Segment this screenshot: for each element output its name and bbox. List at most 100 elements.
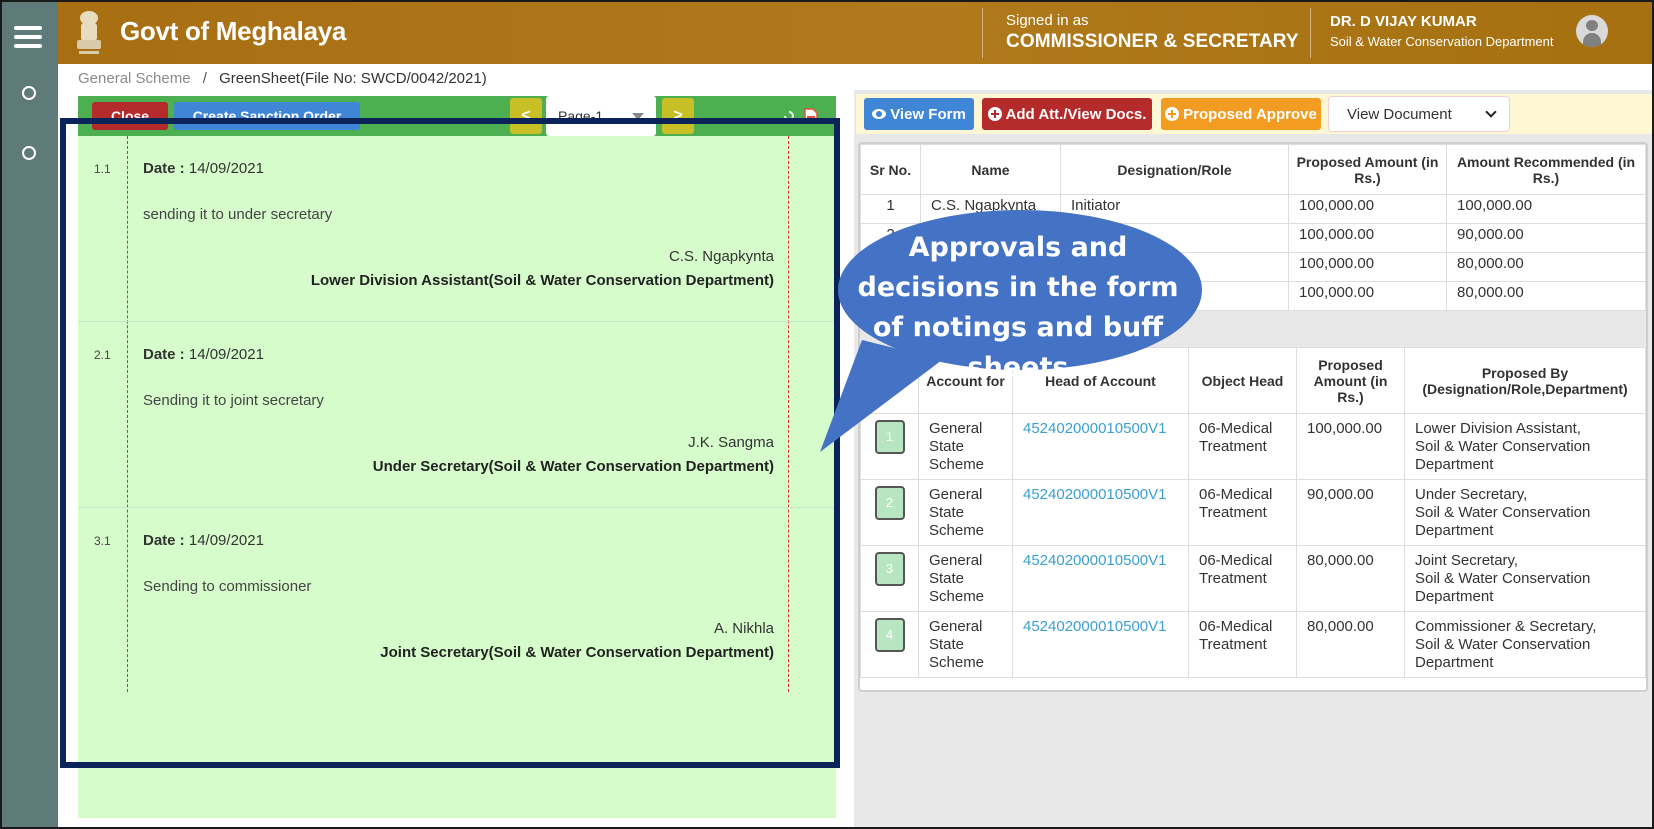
view-document-select[interactable]: View Document [1328,96,1510,132]
cell-amount-recommended: 80,000.00 [1446,281,1646,311]
cell-name: C.S. Ngapkynta [920,194,1061,224]
cell-head-of-account-link[interactable]: 452402000010500V1 [1012,413,1189,480]
breadcrumb: General Scheme / GreenSheet(File No: SWC… [78,70,487,87]
noting-number: 2.1 [94,348,111,362]
page-select[interactable]: Page-1 [546,96,656,136]
row-number-button[interactable]: 4 [874,618,905,652]
row-number-button[interactable]: 3 [874,552,905,586]
proposed-approve-button[interactable]: Proposed Approve [1161,98,1321,130]
caret-down-icon [632,113,644,120]
col-designation: Designation/Role [1060,144,1289,195]
table-row: 1 General State Scheme 452402000010500V1 06… [860,413,1646,480]
proposed-approve-label: Proposed Approve [1183,105,1317,123]
sidebar [2,2,58,827]
cell-row-number: 2 [860,479,919,546]
date-label: Date : [143,532,185,549]
cell-object-head: 06-Medical Treatment [1188,611,1297,678]
noting-number: 3.1 [94,534,111,548]
col-amount-recommended: Amount Recommended (in Rs.) [1446,144,1646,195]
app-title: Govt of Meghalaya [120,16,347,46]
proposed-by-department: Soil & Water Conservation Department [1415,636,1591,671]
view-form-button[interactable]: View Form [864,98,974,130]
page-select-value: Page-1 [558,108,604,124]
row-number-button[interactable]: 1 [874,420,905,454]
chevron-down-icon [1485,106,1497,118]
next-page-button[interactable]: > [662,98,694,134]
cell-object-head: 06-Medical Treatment [1188,413,1297,480]
proposed-by-role: Under Secretary, [1415,486,1528,503]
breadcrumb-separator: / [202,70,207,87]
noting-designation: Joint Secretary(Soil & Water Conservatio… [380,644,774,661]
date-value: 14/09/2021 [188,160,264,177]
cell-proposed-amount: 80,000.00 [1296,545,1405,612]
view-document-value: View Document [1347,106,1452,123]
proposed-by-department: Soil & Water Conservation Department [1415,570,1591,605]
add-attachment-label: Add Att./View Docs. [1005,105,1147,123]
app-window: Govt of Meghalaya Signed in as COMMISSIO… [2,2,1652,827]
cell-proposed-amount: 100,000.00 [1296,413,1405,480]
green-sheet-toolbar: Close Create Sanction Order < Page-1 > [78,96,836,136]
add-attachment-button[interactable]: Add Att./View Docs. [982,98,1152,130]
create-sanction-order-button[interactable]: Create Sanction Order [174,102,360,130]
menu-icon[interactable] [14,26,42,48]
sidebar-item-2-icon[interactable] [22,146,36,160]
signed-in-role: COMMISSIONER & SECRETARY [1006,31,1299,52]
row-number-button[interactable]: 2 [874,486,905,520]
cell-row-number: 3 [860,545,919,612]
user-avatar-icon[interactable] [1576,15,1608,47]
breadcrumb-general-scheme[interactable]: General Scheme [78,70,191,87]
notings-list: 1.1 Date : 14/09/2021 sending it to unde… [78,136,836,694]
col-proposed-amount: Proposed Amount (in Rs.) [1296,347,1405,414]
signed-in-label: Signed in as [1006,12,1089,29]
noting-date: Date : 14/09/2021 [143,346,264,363]
user-name: DR. D VIJAY KUMAR [1330,13,1477,30]
cell-amount-recommended: 100,000.00 [1446,194,1646,224]
table-row: 3 General State Scheme 452402000010500V1 06… [860,545,1646,612]
pdf-icon[interactable] [804,108,818,124]
app-header: Govt of Meghalaya Signed in as COMMISSIO… [58,2,1652,64]
noting-signer: C.S. Ngapkynta [668,248,774,265]
view-form-label: View Form [890,105,966,123]
cell-head-of-account-link[interactable]: 452402000010500V1 [1012,545,1189,612]
noting-date: Date : 14/09/2021 [143,160,264,177]
sidebar-item-1-icon[interactable] [22,86,36,100]
proposed-by-role: Commissioner & Secretary, [1415,618,1597,635]
plus-circle-icon [1165,106,1180,121]
col-object-head: Object Head [1188,347,1297,414]
user-info: DR. D VIJAY KUMAR Soil & Water Conservat… [1330,13,1554,49]
close-button[interactable]: Close [92,102,168,130]
annotation-callout-text: Approvals and decisions in the form of n… [857,232,1179,383]
noting-item: 3.1 Date : 14/09/2021 Sending to commiss… [78,508,836,694]
noting-designation: Under Secretary(Soil & Water Conservatio… [372,458,774,475]
col-proposed-by: Proposed By (Designation/Role,Department… [1404,347,1646,414]
prev-page-button[interactable]: < [510,98,542,134]
cell-amount-recommended: 80,000.00 [1446,252,1646,282]
cell-proposed-amount: 90,000.00 [1296,479,1405,546]
cell-designation: Initiator [1060,194,1289,224]
cell-account-for: General State Scheme [918,545,1013,612]
cell-account-for: General State Scheme [918,413,1013,480]
cell-proposed-amount: 100,000.00 [1288,223,1447,253]
table-row: 4 General State Scheme 452402000010500V1 06… [860,611,1646,678]
proposed-by-role: Joint Secretary, [1415,552,1519,569]
cell-proposed-amount: 100,000.00 [1288,252,1447,282]
table-header-row: Sr No. Name Designation/Role Proposed Am… [860,144,1646,195]
noting-text: Sending it to joint secretary [143,392,324,409]
cell-proposed-amount: 100,000.00 [1288,281,1447,311]
noting-designation: Lower Division Assistant(Soil & Water Co… [310,272,774,289]
action-bar: View Form Add Att./View Docs. Proposed A… [856,94,1652,134]
noting-signer: J.K. Sangma [688,434,774,451]
cell-object-head: 06-Medical Treatment [1188,479,1297,546]
breadcrumb-current: GreenSheet(File No: SWCD/0042/2021) [219,70,487,87]
proposed-by-department: Soil & Water Conservation Department [1415,438,1591,473]
cell-head-of-account-link[interactable]: 452402000010500V1 [1012,611,1189,678]
cell-head-of-account-link[interactable]: 452402000010500V1 [1012,479,1189,546]
date-value: 14/09/2021 [188,346,264,363]
cell-row-number: 4 [860,611,919,678]
header-divider [1310,8,1311,58]
noting-date: Date : 14/09/2021 [143,532,264,549]
cell-proposed-by: Commissioner & Secretary, Soil & Water Co… [1404,611,1646,678]
cell-row-number: 1 [860,413,919,480]
refresh-icon[interactable] [782,108,796,124]
noting-text: Sending to commissioner [143,578,312,595]
